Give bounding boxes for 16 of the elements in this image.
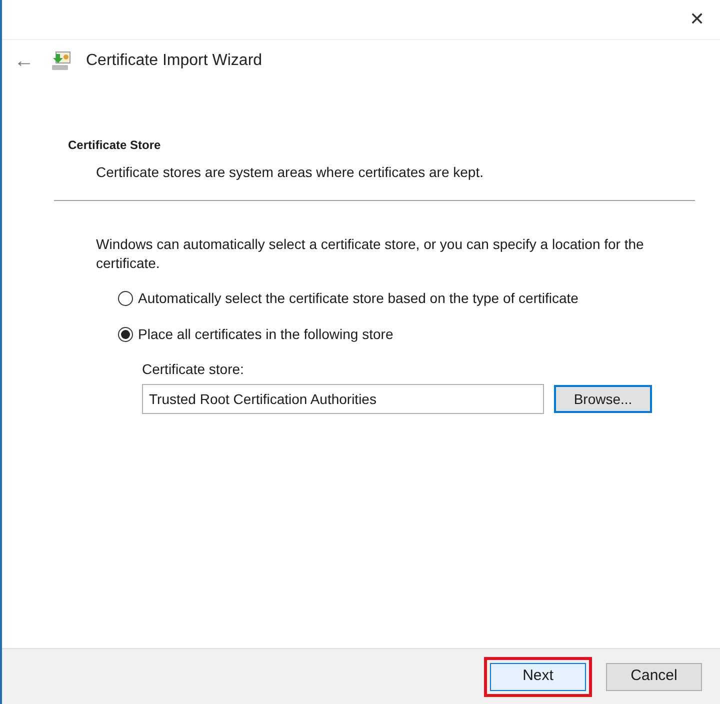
close-button[interactable]: ✕	[674, 1, 720, 37]
browse-button[interactable]: Browse...	[554, 385, 652, 413]
store-label: Certificate store:	[142, 360, 245, 379]
section-subtitle: Certificate stores are system areas where certificates are kept.	[95, 163, 484, 182]
radio-option[interactable]: Automatically select the certificate store based on the type of certificate	[118, 288, 660, 309]
radio-option[interactable]: Place all certificates in the following store	[118, 324, 660, 345]
intro-text: Windows can automatically select a certificate store, or you can specify a location for the certificate.	[96, 235, 645, 273]
section-title: Certificate Store	[68, 137, 162, 154]
window-title: Certificate Import Wizard	[86, 51, 262, 71]
radio-button[interactable]	[118, 327, 133, 342]
radio-button[interactable]	[118, 291, 133, 306]
dialog-button[interactable]: Cancel	[606, 662, 702, 690]
certificate-icon	[50, 50, 72, 72]
back-button[interactable]: ←	[12, 51, 36, 71]
dialog-button[interactable]: Next	[490, 662, 586, 690]
store-field[interactable]: Trusted Root Certification Authorities	[142, 384, 544, 414]
